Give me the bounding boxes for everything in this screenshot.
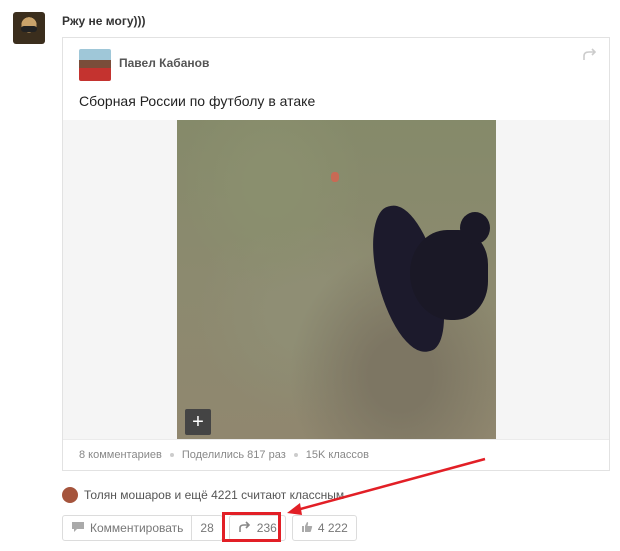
likes-count-link[interactable]: 15K классов	[306, 449, 369, 461]
squirrel-head-shape	[460, 212, 490, 244]
shared-post-text: Сборная России по футболу в атаке	[79, 93, 316, 109]
post-author-name[interactable]: Ржу не могу)))	[62, 14, 145, 28]
likers-text[interactable]: Толян мошаров и ещё 4221 считают классны…	[84, 488, 344, 502]
shared-post-card: Павел Кабанов Сборная России по футболу …	[62, 37, 610, 471]
video-player[interactable]: +	[177, 120, 496, 439]
comment-count: 28	[200, 521, 214, 535]
comments-count-link[interactable]: 8 комментариев	[79, 449, 162, 461]
like-count: 4 222	[317, 521, 348, 535]
comment-button[interactable]: Комментировать 28	[62, 515, 223, 541]
expand-plus-icon[interactable]: +	[185, 409, 211, 435]
highlight-annotation-box	[222, 512, 281, 542]
comment-bubble-icon	[71, 521, 85, 536]
liker-avatar[interactable]	[62, 487, 78, 503]
action-bar: Комментировать 28 236 4 222	[62, 515, 363, 541]
separator-dot	[293, 453, 298, 457]
media-frame: +	[63, 120, 609, 439]
separator-dot	[169, 453, 174, 457]
comment-button-label: Комментировать	[90, 521, 184, 535]
original-author-avatar[interactable]	[79, 49, 111, 81]
divider	[191, 515, 193, 541]
repost-icon[interactable]	[581, 46, 599, 64]
poster-avatar[interactable]	[13, 12, 45, 44]
shares-count-link[interactable]: Поделились 817 раз	[182, 449, 286, 461]
stats-bar: 8 комментариев Поделились 817 раз 15K кл…	[63, 439, 609, 470]
leaf-shape	[331, 172, 339, 182]
like-button[interactable]: 4 222	[291, 515, 357, 541]
original-author-name[interactable]: Павел Кабанов	[119, 56, 209, 70]
thumbs-up-icon	[301, 521, 313, 536]
likers-row: Толян мошаров и ещё 4221 считают классны…	[62, 487, 344, 503]
